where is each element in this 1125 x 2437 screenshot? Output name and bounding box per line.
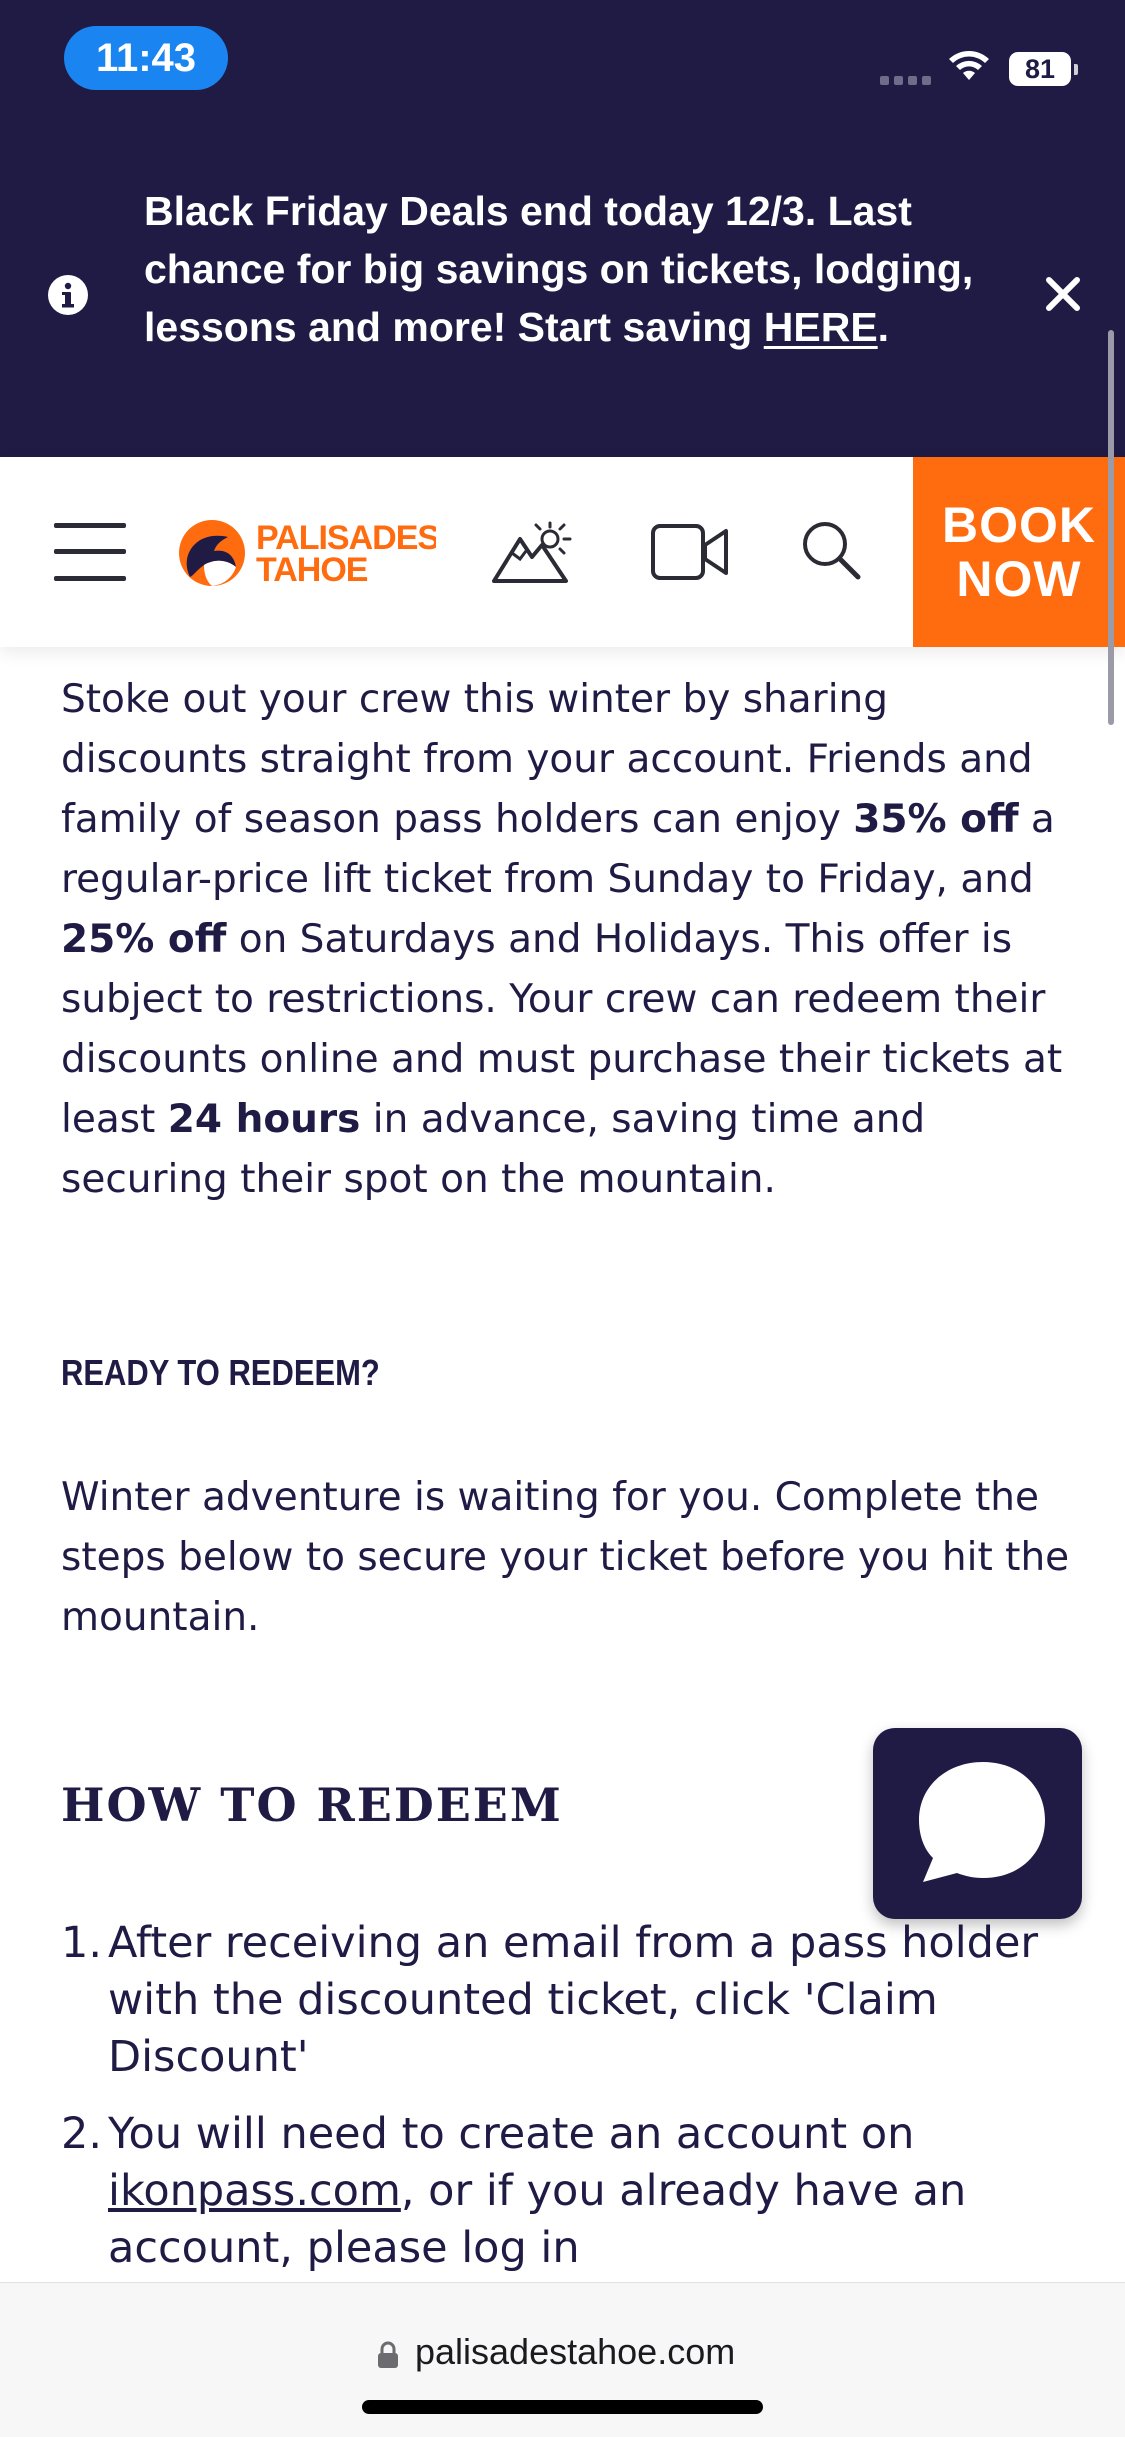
close-icon[interactable] xyxy=(1045,276,1081,312)
advance-hours: 24 hours xyxy=(167,1097,361,1142)
site-header: PALISADES TAHOE BOOK NOW xyxy=(0,457,1125,647)
list-item: 2. You will need to create an account on … xyxy=(61,2106,1061,2277)
ready-paragraph: Winter adventure is waiting for you. Com… xyxy=(61,1475,1070,1640)
info-icon xyxy=(48,275,88,315)
step-number: 2. xyxy=(61,2109,103,2159)
battery-indicator: 81 xyxy=(1009,52,1078,86)
book-now-line1: BOOK xyxy=(942,497,1096,553)
step-text-pre: You will need to create an account on xyxy=(108,2109,915,2159)
url-domain: palisadestahoe.com xyxy=(415,2331,736,2372)
status-time[interactable]: 11:43 xyxy=(64,26,228,90)
intro-paragraph: Stoke out your crew this winter by shari… xyxy=(61,670,1071,1210)
promo-here-link[interactable]: HERE xyxy=(764,304,878,350)
logo-text-line2: TAHOE xyxy=(256,551,368,589)
list-item: 1. After receiving an email from a pass h… xyxy=(61,1915,1061,2086)
chat-button[interactable] xyxy=(873,1728,1082,1919)
browser-url-bar[interactable]: palisadestahoe.com xyxy=(0,2282,1125,2437)
book-now-button[interactable]: BOOK NOW xyxy=(913,457,1125,647)
promo-message: Black Friday Deals end today 12/3. Last … xyxy=(144,182,1014,356)
status-bar: 11:43 81 xyxy=(0,0,1125,125)
promo-banner: Black Friday Deals end today 12/3. Last … xyxy=(0,125,1125,457)
book-now-line2: NOW xyxy=(956,551,1082,607)
discount-weekday: 35% off xyxy=(853,797,1019,842)
hamburger-menu-icon[interactable] xyxy=(54,523,126,581)
home-indicator[interactable] xyxy=(362,2400,763,2414)
chat-icon xyxy=(919,1762,1045,1882)
step-text: After receiving an email from a pass hol… xyxy=(108,1918,1039,2082)
lock-icon xyxy=(378,2341,398,2368)
step-number: 1. xyxy=(61,1918,103,1968)
cellular-signal-icon xyxy=(880,70,936,89)
ikonpass-link[interactable]: ikonpass.com xyxy=(108,2166,401,2216)
palisades-tahoe-logo[interactable]: PALISADES TAHOE xyxy=(176,515,436,589)
search-icon[interactable] xyxy=(800,519,862,581)
ready-to-redeem-heading: READY TO REDEEM? xyxy=(61,1352,380,1393)
redeem-steps-list: 1. After receiving an email from a pass h… xyxy=(61,1915,1061,2297)
page-scrollbar[interactable] xyxy=(1108,330,1114,725)
webcam-video-icon[interactable] xyxy=(650,523,730,581)
discount-weekend: 25% off xyxy=(61,917,227,962)
weather-mountain-icon[interactable] xyxy=(490,519,576,585)
promo-suffix: . xyxy=(877,304,890,350)
wifi-icon xyxy=(949,51,989,80)
how-to-redeem-heading: HOW TO REDEEM xyxy=(61,1778,563,1832)
